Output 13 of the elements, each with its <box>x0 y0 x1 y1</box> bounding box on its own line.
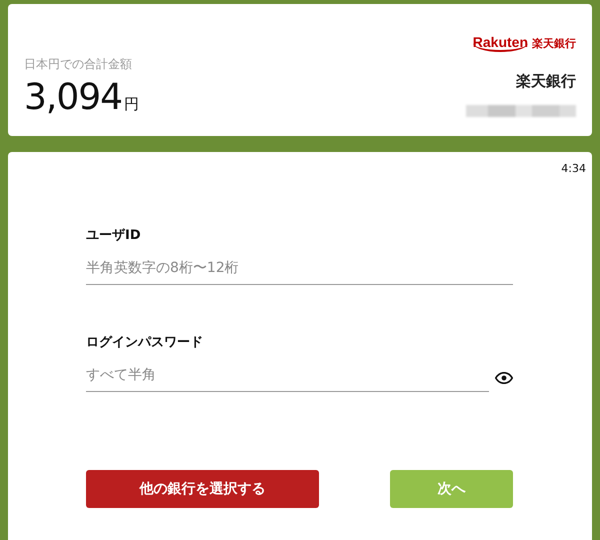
input-field[interactable]: 半角英数字の8桁〜12桁 <box>86 256 513 285</box>
bank-logo-kanji: 楽天銀行 <box>532 36 576 51</box>
field-label: ログインパスワード <box>86 334 204 351</box>
field-label: ユーザID <box>86 227 142 244</box>
other-bank-button[interactable]: 他の銀行を選択する <box>86 470 319 508</box>
password-field[interactable]: すべて半角 <box>86 363 489 392</box>
currency-unit: 円 <box>124 95 140 114</box>
bank-name: 楽天銀行 <box>516 72 576 91</box>
eye-icon[interactable] <box>495 372 513 384</box>
session-timer: 4:34 <box>561 162 586 175</box>
total-label: 日本円での合計金額 <box>24 56 133 73</box>
total-amount: 3,094 <box>24 77 122 118</box>
bank-logo-latin: Rakuten <box>472 34 528 52</box>
